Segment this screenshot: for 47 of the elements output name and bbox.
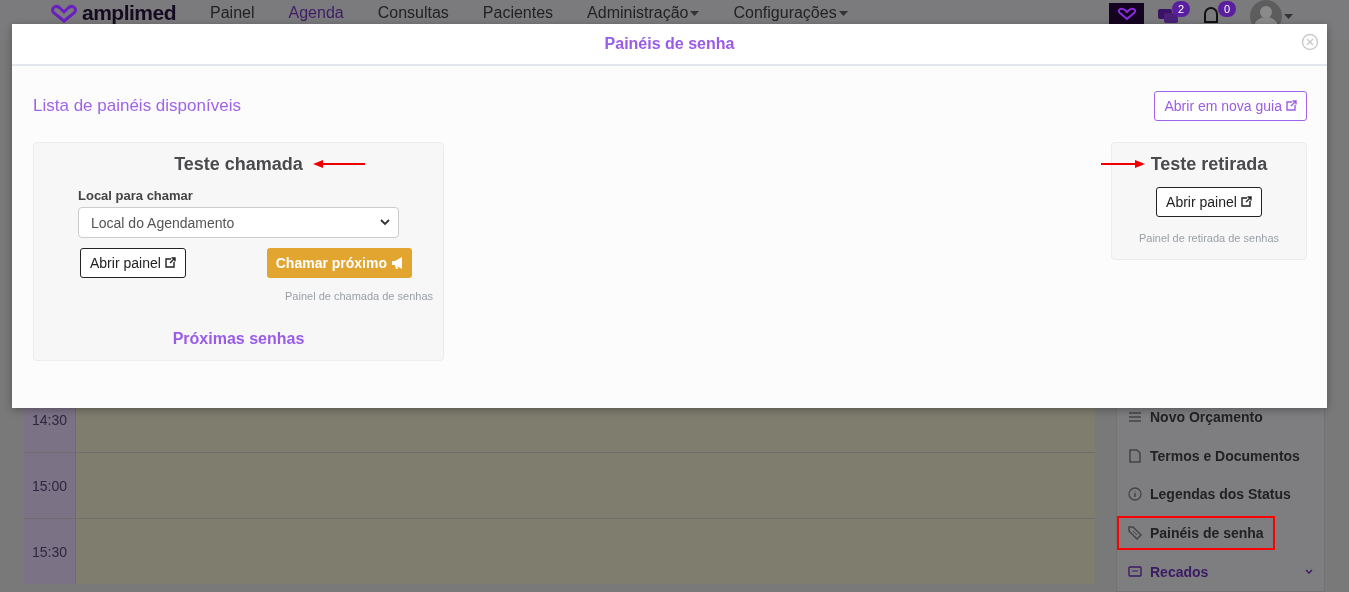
nav-link[interactable]: Configurações: [733, 3, 848, 22]
panel-title: Teste chamada: [174, 153, 303, 175]
tag-icon: [1128, 526, 1142, 541]
external-link-icon: [163, 257, 176, 269]
count-badge: 0: [1218, 1, 1236, 17]
info-icon: [1128, 487, 1142, 502]
sidebar-item[interactable]: Termos e Documentos: [1117, 438, 1311, 474]
nav-link[interactable]: Painel: [210, 3, 255, 22]
open-panel-button[interactable]: Abrir painel: [80, 248, 186, 278]
sidebar-item[interactable]: Legendas dos Status: [1117, 477, 1302, 512]
sidebar-item[interactable]: Novo Orçamento: [1117, 400, 1274, 435]
document-icon: [1128, 448, 1142, 463]
nav-link[interactable]: Pacientes: [482, 3, 554, 22]
section-heading: Lista de painéis disponíveis: [33, 96, 241, 116]
nav-link[interactable]: Agenda: [288, 3, 344, 22]
panel-title: Teste retirada: [1150, 153, 1268, 175]
modal-title: Painéis de senha: [604, 35, 735, 53]
panel-caption: Painel de chamada de senhas: [285, 290, 434, 302]
close-icon[interactable]: [1301, 33, 1319, 51]
chevron-icon: [380, 219, 390, 226]
external-link-icon: [1239, 196, 1252, 208]
nav-link[interactable]: Administração: [587, 3, 700, 22]
call-next-button[interactable]: Chamar próximo: [266, 248, 412, 278]
next-tickets-heading: Próximas senhas: [172, 330, 305, 348]
sidebar-item[interactable]: Painéis de senha: [1117, 515, 1275, 551]
open-new-tab-button[interactable]: Abrir em nova guia: [1154, 91, 1307, 121]
location-select[interactable]: Local do Agendamento: [78, 207, 399, 238]
panel-caption: Painel de retirada de senhas: [1138, 232, 1279, 244]
logo-text: amplimed: [82, 3, 177, 23]
sidebar-item[interactable]: Recados: [1117, 554, 1324, 589]
message-icon: [1128, 564, 1142, 579]
app-logo[interactable]: [1109, 3, 1144, 25]
field-label: Local para chamar: [78, 188, 194, 203]
open-panel-button[interactable]: Abrir painel: [1156, 187, 1262, 217]
chat-button[interactable]: 2: [1158, 0, 1190, 23]
external-link-icon: [1285, 100, 1297, 112]
nav-link[interactable]: Consultas: [377, 3, 449, 22]
notification-button[interactable]: 0: [1204, 0, 1236, 23]
megaphone-icon: [391, 256, 403, 270]
count-badge: 2: [1172, 1, 1190, 17]
bell-icon: [1204, 6, 1218, 23]
time-label: 15:00: [24, 453, 76, 518]
logo-icon: [1116, 7, 1137, 21]
list-icon: [1128, 410, 1142, 425]
time-label: 15:30: [24, 519, 76, 584]
logo-icon: [50, 3, 78, 23]
caret-icon: [1284, 12, 1293, 20]
